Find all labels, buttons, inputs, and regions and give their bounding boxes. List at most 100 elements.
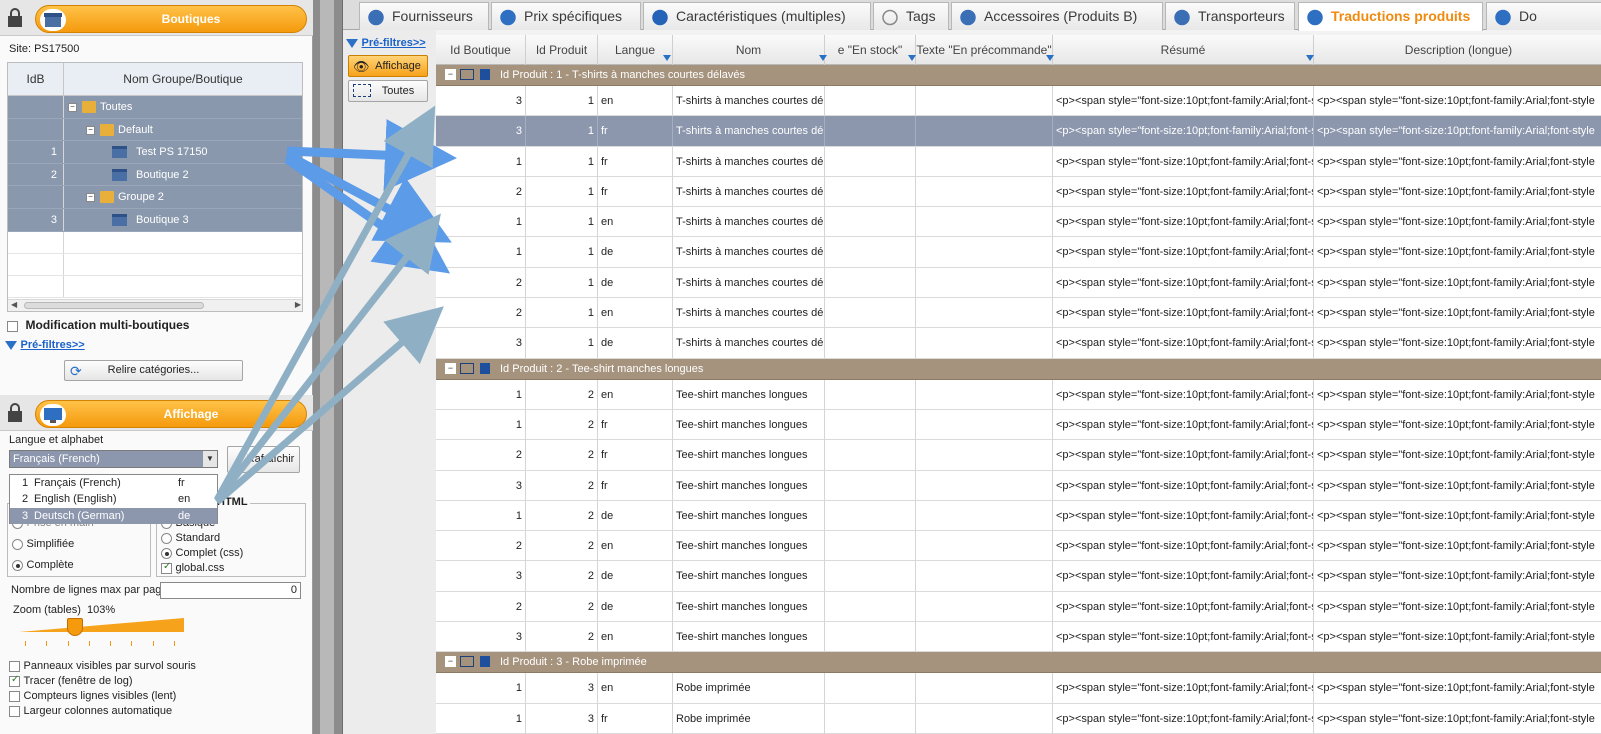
table-row[interactable]: 31deT-shirts à manches courtes délavés <p… (436, 328, 1601, 359)
trace-checkbox[interactable] (9, 674, 20, 687)
filter-icon[interactable] (1046, 55, 1054, 61)
collapse-icon[interactable]: − (445, 656, 456, 668)
table-row[interactable]: 1 2 fr Tee-shirt manches longues <p><span st… (436, 409, 1601, 441)
tab-do[interactable]: Do (1486, 2, 1601, 30)
collapse-icon[interactable]: − (86, 125, 95, 135)
group-band[interactable]: − Id Produit : 2 - Tee-shirt manches long… (436, 358, 1601, 380)
trash-icon[interactable] (480, 362, 490, 374)
grid-col-header[interactable]: Id Boutique (436, 35, 526, 65)
grid-col-header[interactable]: Texte "En précommande" (916, 35, 1053, 65)
lang-option[interactable]: 3 Deutsch (German) de (10, 507, 217, 524)
grid-prefilters-link[interactable]: Pré-filtres>> (346, 36, 426, 49)
tab-tags[interactable]: Tags (873, 2, 949, 30)
lock-icon[interactable] (6, 8, 24, 28)
group-band[interactable]: − Id Produit : 3 - Robe imprimée (436, 652, 1601, 674)
panel-splitter[interactable] (313, 0, 343, 734)
filter-icon[interactable] (908, 55, 916, 61)
global-css-checkbox[interactable] (161, 561, 172, 574)
filter-icon[interactable] (819, 55, 827, 61)
col-idb[interactable]: IdB (8, 63, 64, 95)
lang-select[interactable]: Français (French) ▼ (9, 450, 218, 468)
grid-col-header[interactable]: Langue (598, 35, 673, 65)
affichage-pill[interactable]: Affichage (35, 400, 307, 428)
grid-col-header[interactable]: Description (longue) (1314, 35, 1601, 65)
table-row[interactable]: 31frT-shirts à manches courtes délavés <p… (436, 116, 1601, 147)
tree-row[interactable]: − Toutes (8, 96, 302, 119)
table-row[interactable]: 3 2 fr Tee-shirt manches longues <p><span st… (436, 470, 1601, 501)
affichage-button[interactable]: 👁 Affichage (348, 55, 428, 77)
global-css-option[interactable]: global.css (161, 561, 224, 574)
table-row[interactable]: 21enT-shirts à manches courtes délavés <p… (436, 298, 1601, 329)
collapse-icon[interactable]: − (68, 103, 77, 112)
table-row[interactable]: 31enT-shirts à manches courtes délavés <p… (436, 86, 1601, 117)
html-complete-option[interactable]: Complet (css) (161, 546, 243, 559)
collapse-icon[interactable]: − (445, 362, 456, 374)
opt-hover[interactable]: Panneaux visibles par survol souris (9, 659, 196, 672)
opt-trace[interactable]: Tracer (fenêtre de log) (9, 674, 133, 687)
filter-icon[interactable] (1306, 55, 1314, 61)
counters-checkbox[interactable] (9, 690, 20, 702)
scroll-left-icon[interactable]: ◀ (11, 300, 17, 309)
table-row[interactable]: 2 2 en Tee-shirt manches longues <p><span st… (436, 531, 1601, 562)
radio-complete[interactable] (12, 559, 23, 571)
chevron-down-icon[interactable]: ▼ (203, 451, 217, 467)
collapse-icon[interactable]: − (445, 69, 456, 80)
mode-complete-option[interactable]: Complète (12, 558, 74, 571)
scroll-right-icon[interactable]: ▶ (295, 300, 301, 309)
radio-standard[interactable] (161, 532, 172, 544)
multi-shop-checkbox[interactable] (7, 320, 18, 332)
hover-checkbox[interactable] (9, 660, 20, 672)
group-band[interactable]: − Id Produit : 1 - T-shirts à manches cou… (436, 65, 1601, 86)
autowidth-checkbox[interactable] (9, 705, 20, 717)
lang-option[interactable]: 2 English (English) en (10, 491, 217, 507)
tree-row[interactable]: − Default (8, 118, 302, 142)
table-row[interactable]: 11frT-shirts à manches courtes délavés<p… (436, 146, 1601, 177)
radio-complete-css[interactable] (161, 547, 172, 559)
table-row[interactable]: 21frT-shirts à manches courtes délavés <p… (436, 176, 1601, 208)
html-standard-option[interactable]: Standard (161, 531, 220, 544)
tree-row[interactable]: 2 Boutique 2 (8, 163, 302, 187)
table-row[interactable]: 2 2 de Tee-shirt manches longues <p><span st… (436, 591, 1601, 623)
select-group-icon[interactable] (460, 69, 474, 80)
table-row[interactable]: 1 2 de Tee-shirt manches longues <p><span st… (436, 500, 1601, 532)
col-group-name[interactable]: Nom Groupe/Boutique (64, 63, 302, 95)
table-row[interactable]: 21deT-shirts à manches courtes délavés <p… (436, 267, 1601, 299)
table-row[interactable]: 11deT-shirts à manches courtes délavés<p… (436, 237, 1601, 268)
select-group-icon[interactable] (460, 656, 474, 668)
boutiques-pill[interactable]: Boutiques (35, 5, 307, 33)
zoom-slider[interactable] (19, 618, 184, 636)
grid-col-header[interactable]: e "En stock" (825, 35, 916, 65)
grid-col-header[interactable]: Nom (673, 35, 825, 65)
select-group-icon[interactable] (460, 362, 474, 374)
tab-caract-ristiques-multiples-[interactable]: Caractéristiques (multiples) (643, 2, 871, 30)
multi-shop-option[interactable]: Modification multi-boutiques (7, 318, 189, 332)
opt-counters[interactable]: Compteurs lignes visibles (lent) (9, 689, 176, 702)
tab-accessoires-produits-b-[interactable]: Accessoires (Produits B) (951, 2, 1163, 30)
tab-prix-sp-cifiques[interactable]: Prix spécifiques (491, 2, 641, 30)
filter-icon[interactable] (663, 55, 671, 61)
trash-icon[interactable] (480, 656, 490, 668)
lang-option[interactable]: 1 Français (French) fr (10, 475, 217, 491)
lock-icon[interactable] (6, 403, 24, 423)
table-row[interactable]: 1 3 fr Robe imprimée <p><span style="font-si… (436, 703, 1601, 734)
radio-simplifiee[interactable] (12, 538, 23, 550)
table-row[interactable]: 1 2 en Tee-shirt manches longues <p><span st… (436, 379, 1601, 410)
tree-row[interactable]: 1 Test PS 17150 (8, 141, 302, 164)
tab-fournisseurs[interactable]: Fournisseurs (359, 2, 489, 30)
table-row[interactable]: 2 2 fr Tee-shirt manches longues <p><span st… (436, 440, 1601, 471)
table-row[interactable]: 11enT-shirts à manches courtes délavés<p… (436, 207, 1601, 238)
tree-hscrollbar[interactable]: ◀ ▶ (8, 299, 302, 311)
tree-row[interactable]: 3 Boutique 3 (8, 208, 302, 232)
grid-col-header[interactable]: Résumé (1053, 35, 1314, 65)
zoom-slider-thumb[interactable] (67, 618, 84, 636)
table-row[interactable]: 1 3 en Robe imprimée <p><span style="font-si… (436, 673, 1601, 704)
prefilters-link[interactable]: Pré-filtres>> (5, 338, 85, 351)
mode-simple-option[interactable]: Simplifiée (12, 537, 74, 550)
table-row[interactable]: 3 2 en Tee-shirt manches longues <p><span st… (436, 622, 1601, 653)
tab-traductions-produits[interactable]: Traductions produits (1298, 2, 1483, 31)
max-lines-input[interactable]: 0 (160, 582, 301, 599)
reload-categories-button[interactable]: ⟳ Relire catégories... (64, 360, 243, 381)
opt-autowidth[interactable]: Largeur colonnes automatique (9, 704, 172, 717)
refresh-button[interactable]: Rafraîchir (227, 446, 300, 473)
tab-transporteurs[interactable]: Transporteurs (1165, 2, 1295, 30)
